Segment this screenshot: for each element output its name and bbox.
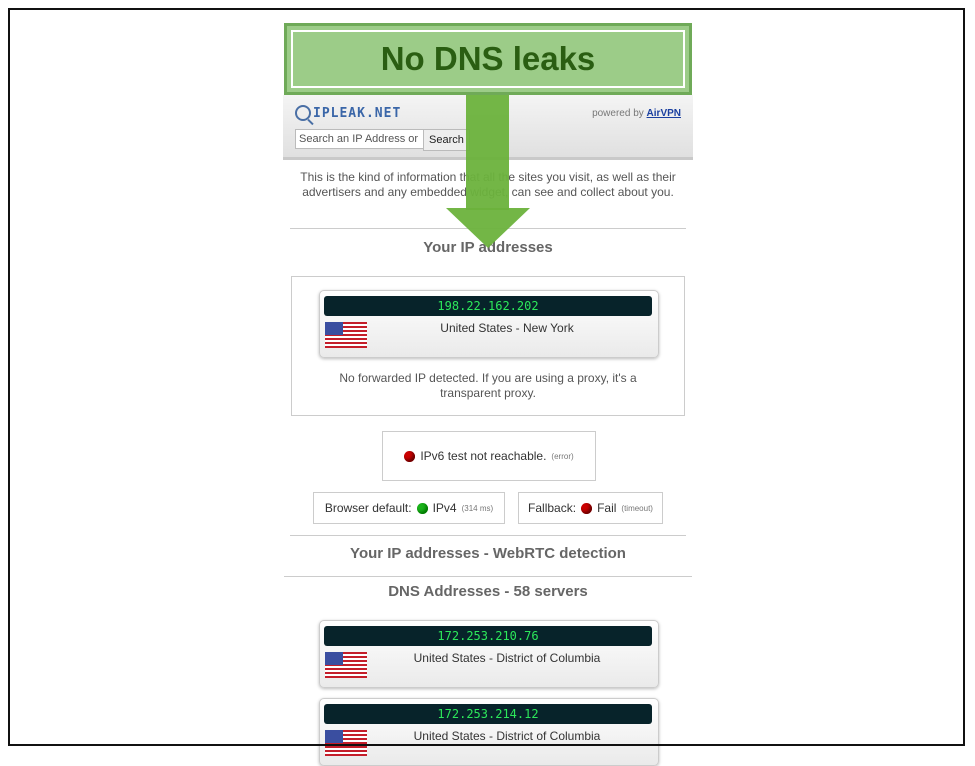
magnifier-icon xyxy=(295,105,311,121)
status-red-icon xyxy=(581,502,593,514)
ipv6-status-note: (error) xyxy=(551,451,574,461)
powered-by: powered by AirVPN xyxy=(592,108,681,119)
ip-address-display: 198.22.162.202 xyxy=(324,296,652,316)
ip-location: United States - New York xyxy=(440,321,574,335)
fallback-label: Fallback: xyxy=(528,501,577,515)
down-arrow-shaft xyxy=(466,95,509,210)
search-button[interactable]: Search xyxy=(423,129,470,151)
ip-search-input[interactable]: Search an IP Address or xyxy=(295,129,427,149)
webrtc-section-title: Your IP addresses - WebRTC detection xyxy=(350,545,626,562)
browser-default-value: IPv4 xyxy=(432,501,457,515)
ipv6-status-text: IPv6 test not reachable. xyxy=(420,449,547,463)
ipv6-test-box: IPv6 test not reachable. (error) xyxy=(382,431,596,481)
dns-server-card: 172.253.210.76 United States - District … xyxy=(319,620,659,688)
status-red-icon xyxy=(404,450,416,462)
us-flag-icon xyxy=(325,730,367,756)
us-flag-icon xyxy=(325,652,367,678)
banner-text: No DNS leaks xyxy=(380,40,596,77)
divider xyxy=(284,576,692,577)
browser-default-note: (314 ms) xyxy=(461,503,494,513)
divider xyxy=(290,535,686,536)
site-logo[interactable]: IPLEAK.NET xyxy=(295,105,401,121)
airvpn-link[interactable]: AirVPN xyxy=(647,108,681,119)
dns-ip-display: 172.253.210.76 xyxy=(324,626,652,646)
fallback-note: (timeout) xyxy=(621,503,653,513)
banner-inner: No DNS leaks xyxy=(291,30,685,88)
fallback-box: Fallback: Fail (timeout) xyxy=(518,492,663,524)
status-green-icon xyxy=(416,502,428,514)
dns-location: United States - District of Columbia xyxy=(413,651,601,665)
result-banner: No DNS leaks xyxy=(284,23,692,95)
browser-default-label: Browser default: xyxy=(324,501,412,515)
logo-text: IPLEAK.NET xyxy=(313,105,402,121)
dns-section-title: DNS Addresses - 58 servers xyxy=(388,583,588,600)
dns-ip-display: 172.253.214.12 xyxy=(324,704,652,724)
fallback-value: Fail xyxy=(597,501,617,515)
forwarded-ip-note: No forwarded IP detected. If you are usi… xyxy=(339,371,637,400)
browser-default-box: Browser default: IPv4 (314 ms) xyxy=(313,492,505,524)
ip-card: 198.22.162.202 United States - New York xyxy=(319,290,659,358)
dns-location: United States - District of Columbia xyxy=(413,729,601,743)
powered-by-label: powered by xyxy=(592,108,644,119)
down-arrow-icon xyxy=(446,208,530,248)
frame-bottom-edge xyxy=(8,744,965,746)
us-flag-icon xyxy=(325,322,367,348)
